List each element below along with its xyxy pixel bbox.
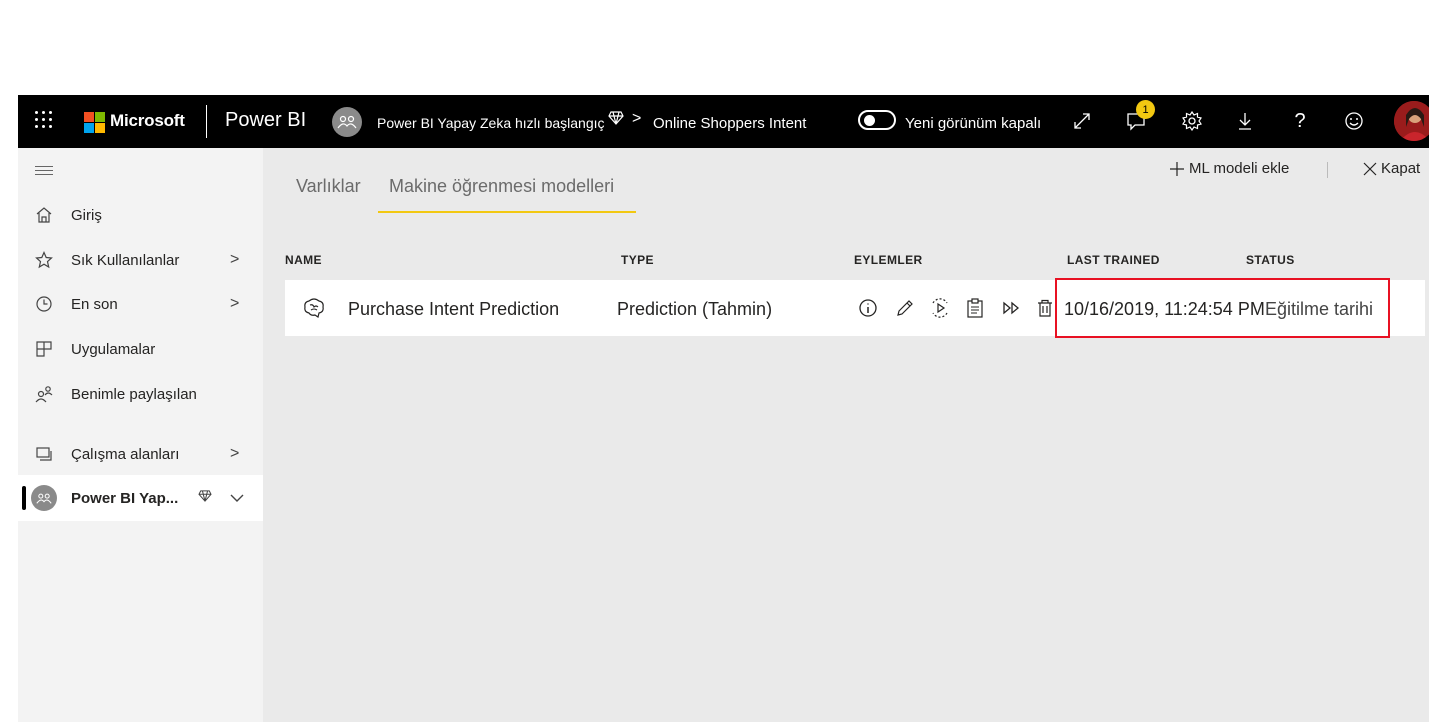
app-launcher-icon[interactable] xyxy=(34,110,54,130)
selected-tab-underline xyxy=(378,211,636,213)
star-icon xyxy=(34,250,54,270)
delete-icon[interactable] xyxy=(1033,296,1057,320)
column-header-actions: EYLEMLER xyxy=(854,253,923,267)
sidebar-item-label: Benimle paylaşılan xyxy=(71,385,197,403)
download-icon[interactable] xyxy=(1233,108,1257,134)
close-button[interactable]: Kapat xyxy=(1363,160,1420,177)
chevron-right-icon: > xyxy=(230,445,240,462)
last-trained-value: 10/16/2019, 11:24:54 PM xyxy=(1064,299,1265,319)
microsoft-logo-icon xyxy=(84,112,105,133)
workspace-avatar-icon[interactable] xyxy=(332,107,362,137)
sidebar-item-home[interactable]: Giriş xyxy=(18,195,263,235)
clock-icon xyxy=(34,294,54,314)
column-header-name[interactable]: NAME xyxy=(285,253,322,267)
sidebar-item-label: Sık Kullanılanlar xyxy=(71,251,180,269)
column-header-type[interactable]: TYPE xyxy=(621,253,654,267)
sidebar-item-shared[interactable]: Benimle paylaşılan xyxy=(18,374,263,414)
user-avatar[interactable] xyxy=(1394,101,1429,141)
settings-icon[interactable] xyxy=(1180,108,1204,134)
sidebar-item-favorites[interactable]: Sık Kullanılanlar > xyxy=(18,240,263,280)
product-name[interactable]: Power BI xyxy=(225,109,306,132)
ml-model-brain-icon xyxy=(303,297,325,319)
workspace-avatar-icon xyxy=(31,485,57,511)
breadcrumb-workspace[interactable]: Power BI Yapay Zeka hızlı başlangıç xyxy=(377,115,605,131)
close-label: Kapat xyxy=(1381,160,1421,177)
brand-divider xyxy=(206,105,207,138)
model-type: Prediction (Tahmin) xyxy=(617,299,773,319)
feedback-icon[interactable] xyxy=(1342,108,1366,134)
navigation-pane: Giriş Sık Kullanılanlar > En son > Uygul… xyxy=(18,148,263,722)
active-indicator xyxy=(22,486,26,510)
new-look-toggle[interactable] xyxy=(858,110,896,130)
plus-icon xyxy=(1170,161,1184,176)
model-status: Eğitilme tarihi xyxy=(1265,299,1374,319)
model-name[interactable]: Purchase Intent Prediction xyxy=(348,299,559,320)
new-look-label: Yeni görünüm kapalı xyxy=(905,115,1042,132)
action-divider xyxy=(1327,162,1328,178)
close-icon xyxy=(1363,162,1377,175)
microsoft-brand: Microsoft xyxy=(110,111,185,130)
sidebar-item-label: Giriş xyxy=(71,206,102,224)
power-bi-app: Microsoft Power BI Power BI Yapay Zeka h… xyxy=(18,95,1429,722)
chevron-right-icon: > xyxy=(230,251,240,268)
column-header-last-trained[interactable]: LAST TRAINED xyxy=(1067,253,1160,267)
premium-diamond-icon xyxy=(198,489,212,506)
chevron-right-icon: > xyxy=(230,295,240,312)
apply-model-icon[interactable] xyxy=(928,296,952,320)
sidebar-item-label: En son xyxy=(71,295,118,313)
tab-ml-models[interactable]: Makine öğrenmesi modelleri xyxy=(389,176,614,197)
apps-icon xyxy=(34,339,54,359)
add-ml-model-label: ML modeli ekle xyxy=(1189,160,1290,177)
hamburger-menu-icon[interactable] xyxy=(35,166,53,176)
sidebar-item-recent[interactable]: En son > xyxy=(18,284,263,324)
add-ml-model-button[interactable]: ML modeli ekle xyxy=(1169,160,1289,177)
tab-datasets[interactable]: Varlıklar xyxy=(296,176,361,197)
top-bar: Microsoft Power BI Power BI Yapay Zeka h… xyxy=(18,95,1429,148)
sidebar-item-current-workspace[interactable]: Power BI Yap... xyxy=(18,475,263,521)
breadcrumb-page[interactable]: Online Shoppers Intent xyxy=(653,115,806,132)
info-icon[interactable] xyxy=(856,296,880,320)
main-content: Varlıklar Makine öğrenmesi modelleri ML … xyxy=(263,148,1429,722)
sidebar-item-label: Çalışma alanları xyxy=(71,445,180,463)
notification-badge: 1 xyxy=(1136,100,1155,119)
column-header-status[interactable]: STATUS xyxy=(1246,253,1295,267)
sidebar-item-label: Uygulamalar xyxy=(71,340,156,358)
table-row[interactable]: Purchase Intent Prediction Prediction (T… xyxy=(285,280,1425,336)
help-icon[interactable]: ? xyxy=(1288,108,1312,134)
shared-icon xyxy=(34,384,54,404)
breadcrumb-separator: > xyxy=(632,110,642,127)
report-icon[interactable] xyxy=(963,296,987,320)
sidebar-item-apps[interactable]: Uygulamalar xyxy=(18,329,263,369)
edit-icon[interactable] xyxy=(893,296,917,320)
premium-diamond-icon xyxy=(608,111,624,130)
sidebar-item-workspaces[interactable]: Çalışma alanları > xyxy=(18,434,263,474)
home-icon xyxy=(34,205,54,225)
sidebar-item-label: Power BI Yap... xyxy=(71,489,179,507)
run-icon[interactable] xyxy=(999,296,1023,320)
expand-icon[interactable] xyxy=(1070,108,1094,134)
workspaces-icon xyxy=(34,444,54,464)
chevron-down-icon[interactable] xyxy=(230,490,244,507)
